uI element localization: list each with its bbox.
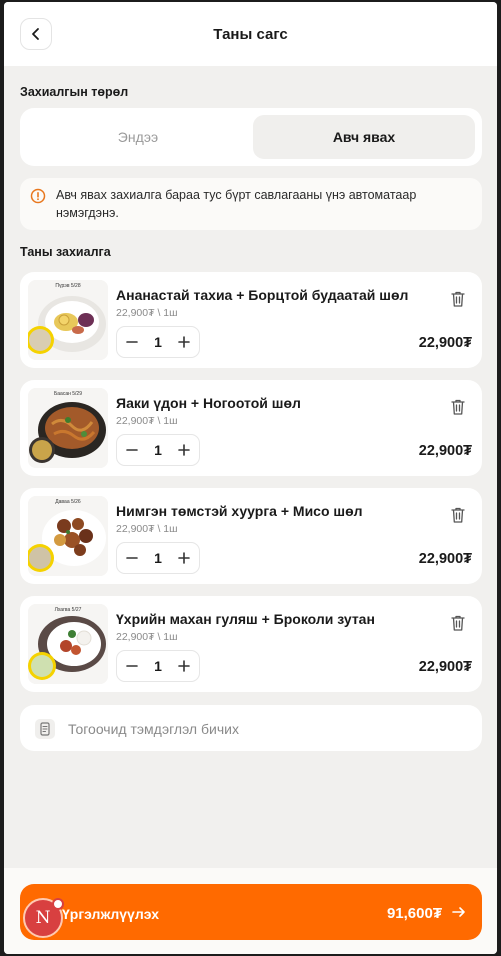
- increase-button[interactable]: [177, 443, 191, 457]
- your-order-label: Таны захиалга: [20, 245, 111, 259]
- cart-screen: Таны сагс Захиалгын төрөл Эндээ Авч явах…: [4, 2, 497, 954]
- chef-note-field[interactable]: Тогоочид тэмдэглэл бичих: [20, 705, 482, 751]
- food-image: Баасан 5/29: [28, 388, 108, 468]
- item-unit-price: 22,900₮ \ 1ш: [116, 307, 178, 319]
- quantity-value: 1: [154, 658, 162, 674]
- avatar-status-dot: [52, 898, 64, 910]
- chef-note-placeholder: Тогоочид тэмдэглэл бичих: [68, 721, 239, 737]
- order-type-dine-in[interactable]: Эндээ: [27, 115, 249, 159]
- cart-item: Баасан 5/29 Яаки үдон + Ногоотой шөл 22,…: [20, 380, 482, 476]
- continue-button[interactable]: Үргэлжлүүлэх 91,600₮: [20, 884, 482, 940]
- trash-icon[interactable]: [450, 398, 466, 416]
- food-photo: Пүрэв 5/28: [28, 280, 108, 360]
- decrease-button[interactable]: [125, 659, 139, 673]
- increase-button[interactable]: [177, 659, 191, 673]
- item-name: Үхрийн махан гуляш + Броколи зутан: [116, 611, 375, 627]
- note-icon: [35, 719, 55, 739]
- order-type-selector: Эндээ Авч явах: [20, 108, 482, 166]
- increase-button[interactable]: [177, 551, 191, 565]
- trash-icon[interactable]: [450, 614, 466, 632]
- plus-icon: [178, 336, 190, 348]
- item-unit-price: 22,900₮ \ 1ш: [116, 415, 178, 427]
- quantity-value: 1: [154, 334, 162, 350]
- quantity-stepper: 1: [116, 542, 200, 574]
- decrease-button[interactable]: [125, 551, 139, 565]
- cart-item: Даваа 5/26 Нимгэн төмстэй хуурга + Мисо …: [20, 488, 482, 584]
- trash-icon[interactable]: [450, 290, 466, 308]
- item-price: 22,900₮: [418, 551, 472, 567]
- page-title: Таны сагс: [213, 26, 288, 43]
- decrease-button[interactable]: [125, 335, 139, 349]
- notice-text: Авч явах захиалга бараа тус бүрт савлага…: [56, 188, 417, 220]
- item-unit-price: 22,900₮ \ 1ш: [116, 523, 178, 535]
- quantity-stepper: 1: [116, 650, 200, 682]
- day-tag: Даваа 5/26: [55, 499, 81, 505]
- food-image: Лхагва 5/27: [28, 604, 108, 684]
- food-image: Даваа 5/26: [28, 496, 108, 576]
- day-tag: Пүрэв 5/28: [55, 283, 80, 289]
- minus-icon: [126, 341, 138, 343]
- quantity-value: 1: [154, 550, 162, 566]
- cart-item: Пүрэв 5/28 Ананастай тахиа + Борцтой буд…: [20, 272, 482, 368]
- plus-icon: [178, 552, 190, 564]
- food-photo: Даваа 5/26: [28, 496, 108, 576]
- plus-icon: [178, 660, 190, 672]
- trash-icon[interactable]: [450, 506, 466, 524]
- quantity-stepper: 1: [116, 326, 200, 358]
- food-image: Пүрэв 5/28: [28, 280, 108, 360]
- quantity-value: 1: [154, 442, 162, 458]
- item-price: 22,900₮: [418, 443, 472, 459]
- minus-icon: [126, 557, 138, 559]
- day-tag: Лхагва 5/27: [55, 607, 82, 613]
- item-name: Нимгэн төмстэй хуурга + Мисо шөл: [116, 503, 363, 519]
- plus-icon: [178, 444, 190, 456]
- item-name: Яаки үдон + Ногоотой шөл: [116, 395, 301, 411]
- continue-label: Үргэлжлүүлэх: [62, 906, 160, 922]
- item-name: Ананастай тахиа + Борцтой будаатай шөл: [116, 287, 409, 303]
- header: Таны сагс: [4, 2, 497, 66]
- increase-button[interactable]: [177, 335, 191, 349]
- food-photo: Баасан 5/29: [28, 388, 108, 468]
- info-icon: [30, 188, 46, 204]
- item-unit-price: 22,900₮ \ 1ш: [116, 631, 178, 643]
- food-photo: Лхагва 5/27: [28, 604, 108, 684]
- order-type-label: Захиалгын төрөл: [20, 85, 129, 99]
- minus-icon: [126, 665, 138, 667]
- minus-icon: [126, 449, 138, 451]
- day-tag: Баасан 5/29: [54, 391, 82, 397]
- decrease-button[interactable]: [125, 443, 139, 457]
- order-total: 91,600₮: [386, 905, 442, 922]
- packaging-notice: Авч явах захиалга бараа тус бүрт савлага…: [20, 178, 482, 230]
- cart-item: Лхагва 5/27 Үхрийн махан гуляш + Броколи…: [20, 596, 482, 692]
- item-price: 22,900₮: [418, 659, 472, 675]
- quantity-stepper: 1: [116, 434, 200, 466]
- item-price: 22,900₮: [418, 335, 472, 351]
- arrow-right-icon: [452, 907, 465, 917]
- order-type-takeaway[interactable]: Авч явах: [253, 115, 475, 159]
